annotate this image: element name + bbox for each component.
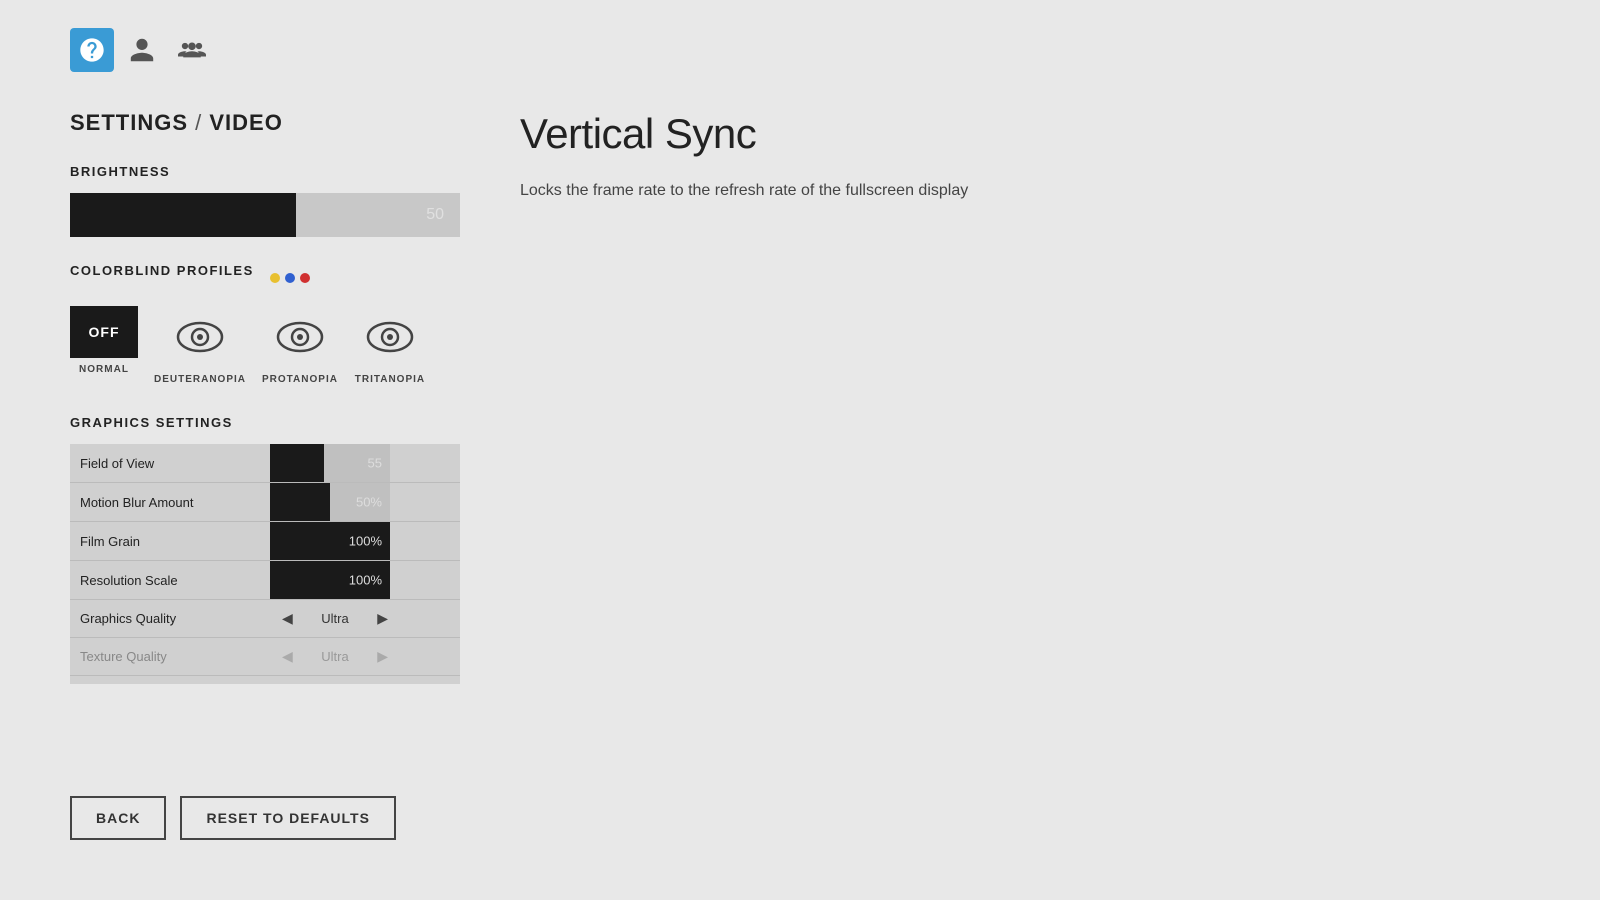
colorblind-header: COLORBLIND PROFILES	[70, 263, 1600, 292]
graphics-table: Field of View 55 Motion Blur Amount	[70, 444, 460, 684]
dot-blue	[285, 273, 295, 283]
colorblind-option-tritanopia[interactable]: TRITANOPIA	[354, 306, 426, 385]
graphics-table-wrapper[interactable]: Field of View 55 Motion Blur Amount	[70, 444, 470, 684]
quality-val-texture: Ultra	[315, 649, 355, 664]
table-row: Texture Filtering ◀ Ultra ▶	[70, 676, 460, 685]
colorblind-option-protanopia[interactable]: PROTANOPIA	[262, 306, 338, 385]
eye-icon-tritanopia	[354, 306, 426, 368]
row-label-texturequality: Texture Quality	[70, 638, 260, 676]
table-row: Film Grain 100%	[70, 522, 460, 561]
colorblind-label: COLORBLIND PROFILES	[70, 263, 254, 278]
row-label-fov: Field of View	[70, 444, 260, 483]
eye-icon-deuteranopia	[164, 306, 236, 368]
person-icon	[128, 36, 156, 64]
colorblind-section: COLORBLIND PROFILES OFF NORMAL	[70, 263, 1600, 385]
back-button[interactable]: BACK	[70, 796, 166, 840]
quality-cell-texture: ◀ Ultra ▶	[260, 638, 460, 676]
group-icon	[178, 36, 206, 64]
table-row: Motion Blur Amount 50%	[70, 483, 460, 522]
panel-title: Vertical Sync	[520, 110, 1120, 158]
dot-red	[300, 273, 310, 283]
row-slider-fov[interactable]: 55	[260, 444, 460, 483]
graphics-label: GRAPHICS SETTINGS	[70, 415, 1600, 430]
person-icon-button[interactable]	[120, 28, 164, 72]
dot-yellow	[270, 273, 280, 283]
table-row: Resolution Scale 100%	[70, 561, 460, 600]
brightness-value: 50	[426, 206, 444, 224]
arrow-left-texture[interactable]: ◀	[278, 646, 297, 667]
row-label-texturefiltering: Texture Filtering	[70, 676, 260, 685]
table-row: Field of View 55	[70, 444, 460, 483]
content-area: SETTINGS / VIDEO BRIGHTNESS 50 COLORBLIN…	[70, 110, 1600, 900]
row-slider-filmgrain[interactable]: 100%	[260, 522, 460, 561]
table-row: Graphics Quality ◀ Ultra ▶	[70, 600, 460, 638]
brightness-slider[interactable]: 50	[70, 193, 460, 237]
help-icon	[78, 36, 106, 64]
quality-cell-graphics: ◀ Ultra ▶	[260, 600, 460, 638]
graphics-section: GRAPHICS SETTINGS Field of View 55	[70, 415, 1600, 684]
colorblind-options: OFF NORMAL DEUTERANOPIA	[70, 306, 1600, 385]
row-label-filmgrain: Film Grain	[70, 522, 260, 561]
arrow-right-texture[interactable]: ▶	[373, 646, 392, 667]
off-box: OFF	[70, 306, 138, 358]
colorblind-option-label-normal: NORMAL	[79, 364, 129, 375]
group-icon-button[interactable]	[170, 28, 214, 72]
eye-icon-protanopia	[264, 306, 336, 368]
reset-button[interactable]: RESET TO DEFAULTS	[180, 796, 396, 840]
quality-cell-filtering: ◀ Ultra ▶	[260, 676, 460, 685]
top-bar	[70, 28, 214, 72]
quality-val-graphics: Ultra	[315, 611, 355, 626]
bottom-buttons: BACK RESET TO DEFAULTS	[70, 796, 396, 840]
help-icon-button[interactable]	[70, 28, 114, 72]
table-row: Texture Quality ◀ Ultra ▶	[70, 638, 460, 676]
colorblind-option-label-deuteranopia: DEUTERANOPIA	[154, 374, 246, 385]
row-label-motionblur: Motion Blur Amount	[70, 483, 260, 522]
row-label-graphicsquality: Graphics Quality	[70, 600, 260, 638]
right-panel: Vertical Sync Locks the frame rate to th…	[520, 110, 1120, 204]
row-label-resscale: Resolution Scale	[70, 561, 260, 600]
colorblind-option-label-tritanopia: TRITANOPIA	[355, 374, 425, 385]
brightness-fill	[70, 193, 296, 237]
arrow-left-graphics[interactable]: ◀	[278, 608, 297, 629]
row-slider-resscale[interactable]: 100%	[260, 561, 460, 600]
panel-description: Locks the frame rate to the refresh rate…	[520, 178, 1120, 204]
row-slider-motionblur[interactable]: 50%	[260, 483, 460, 522]
arrow-right-graphics[interactable]: ▶	[373, 608, 392, 629]
colorblind-option-normal[interactable]: OFF NORMAL	[70, 306, 138, 385]
colorblind-option-label-protanopia: PROTANOPIA	[262, 374, 338, 385]
color-dots	[270, 273, 310, 283]
colorblind-option-deuteranopia[interactable]: DEUTERANOPIA	[154, 306, 246, 385]
